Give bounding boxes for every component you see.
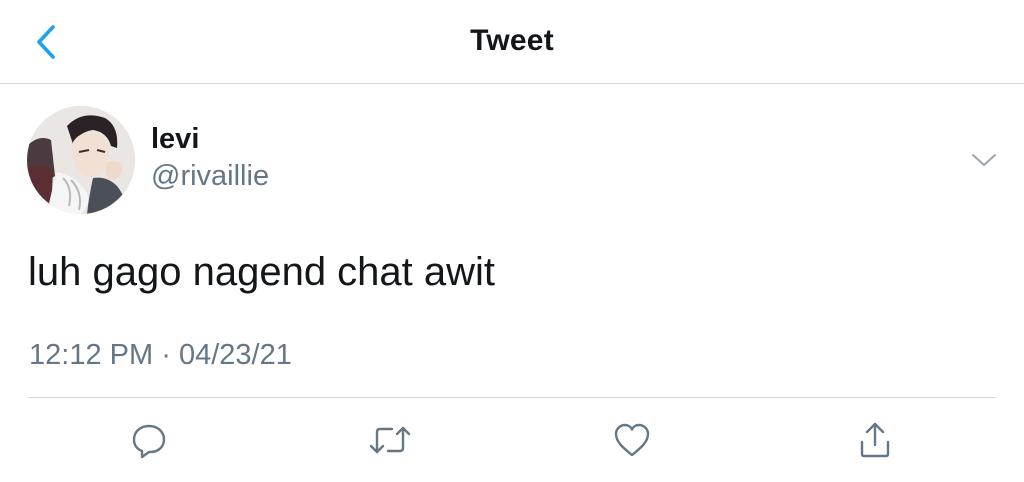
- more-options-button[interactable]: [966, 142, 1002, 178]
- retweet-button[interactable]: [368, 418, 412, 462]
- retweet-icon: [369, 426, 411, 454]
- tweet-text: luh gago nagend chat awit: [28, 250, 496, 294]
- tweet-time: 12:12 PM: [29, 339, 154, 371]
- share-icon: [860, 422, 890, 458]
- tweet-date: 04/23/21: [178, 339, 292, 371]
- share-button[interactable]: [853, 418, 897, 462]
- author-handle[interactable]: @rivaillie: [151, 160, 269, 193]
- tweet-timestamp: 12:12 PM · 04/23/21: [29, 339, 292, 372]
- avatar[interactable]: [27, 106, 135, 214]
- heart-icon: [614, 423, 650, 457]
- reply-button[interactable]: [127, 418, 171, 462]
- page-title: Tweet: [470, 24, 554, 57]
- divider: [28, 397, 996, 398]
- meta-separator: ·: [161, 339, 171, 371]
- author-display-name[interactable]: levi: [151, 123, 199, 156]
- like-button[interactable]: [610, 418, 654, 462]
- reply-icon: [132, 424, 166, 459]
- navigation-bar: Tweet: [0, 0, 1024, 84]
- avatar-image: [27, 106, 135, 214]
- chevron-down-icon: [972, 154, 996, 166]
